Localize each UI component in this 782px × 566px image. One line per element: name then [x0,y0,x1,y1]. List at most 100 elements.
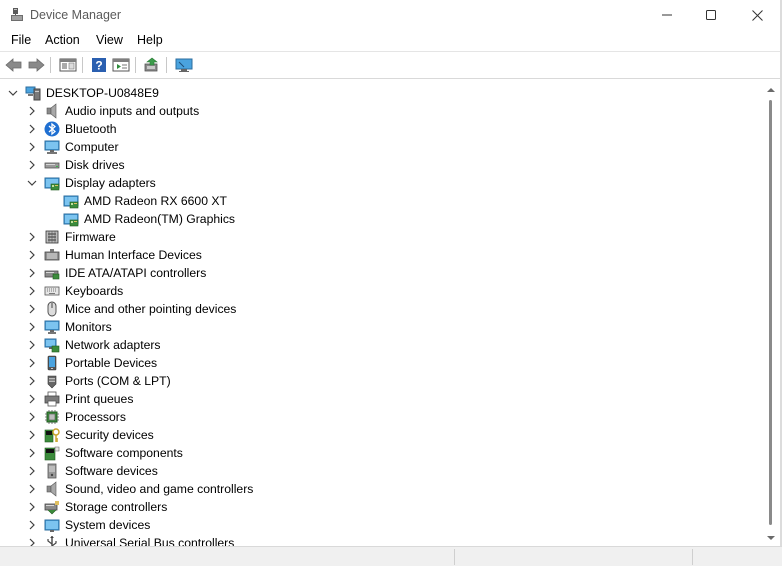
maximize-button[interactable] [688,0,734,30]
update-driver-button[interactable] [142,55,162,75]
expand-chevron-icon[interactable] [26,535,38,546]
computer-icon [44,139,60,155]
menu-view[interactable]: View [96,33,123,47]
expand-chevron-icon[interactable] [26,355,38,371]
back-button[interactable] [4,55,24,75]
expand-chevron-icon[interactable] [26,157,38,173]
tree-item-label: Human Interface Devices [65,248,202,262]
expand-chevron-icon[interactable] [26,445,38,461]
tree-category-human-interface-devices[interactable]: Human Interface Devices [1,246,761,264]
tree-root-computer[interactable]: DESKTOP-U0848E9 [1,84,761,102]
expand-chevron-icon[interactable] [26,517,38,533]
properties-button[interactable] [58,55,78,75]
expand-chevron-icon[interactable] [26,247,38,263]
tree-category-ide-ata-atapi-controllers[interactable]: IDE ATA/ATAPI controllers [1,264,761,282]
usb-icon [44,535,60,546]
tree-category-firmware[interactable]: Firmware [1,228,761,246]
tree-category-ports-com-lpt[interactable]: Ports (COM & LPT) [1,372,761,390]
scroll-down-icon[interactable] [766,534,776,542]
close-button[interactable] [734,0,780,30]
minimize-button[interactable] [644,0,690,30]
tree-item-label: Print queues [65,392,134,406]
menu-file[interactable]: File [11,33,31,47]
display-adapter-icon [44,175,60,191]
tree-category-bluetooth[interactable]: Bluetooth [1,120,761,138]
tree-item-label: IDE ATA/ATAPI controllers [65,266,207,280]
tree-category-print-queues[interactable]: Print queues [1,390,761,408]
tree-category-monitors[interactable]: Monitors [1,318,761,336]
system-device-icon [44,517,60,533]
expand-chevron-icon[interactable] [26,229,38,245]
menu-action[interactable]: Action [45,33,80,47]
hid-icon [44,247,60,263]
menu-help[interactable]: Help [137,33,163,47]
tree-item-label: Keyboards [65,284,124,298]
device-tree[interactable]: DESKTOP-U0848E9 Audio inputs and outputs B… [1,80,762,546]
expand-chevron-icon[interactable] [26,409,38,425]
expand-chevron-icon[interactable] [26,301,38,317]
tree-category-mice-and-other-pointing-devices[interactable]: Mice and other pointing devices [1,300,761,318]
tree-category-display-adapters[interactable]: Display adapters [1,174,761,192]
expand-chevron-icon[interactable] [26,391,38,407]
tree-category-portable-devices[interactable]: Portable Devices [1,354,761,372]
tree-device-amd-radeon-tm-graphics[interactable]: AMD Radeon(TM) Graphics [1,210,761,228]
close-icon [751,9,763,21]
arrow-left-icon [5,58,22,72]
tree-category-keyboards[interactable]: Keyboards [1,282,761,300]
tree-item-label: Mice and other pointing devices [65,302,237,316]
tree-category-storage-controllers[interactable]: Storage controllers [1,498,761,516]
tree-item-label: Storage controllers [65,500,168,514]
device-manager-icon [9,7,25,23]
expand-chevron-icon[interactable] [26,319,38,335]
scrollbar-thumb[interactable] [769,100,772,525]
scan-hardware-button[interactable] [174,55,194,75]
collapse-chevron-icon[interactable] [26,175,38,191]
port-icon [44,373,60,389]
expand-chevron-icon[interactable] [26,337,38,353]
disk-drive-icon [44,157,60,173]
tree-item-label: Software devices [65,464,158,478]
collapse-chevron-icon[interactable] [7,85,19,101]
tree-category-processors[interactable]: Processors [1,408,761,426]
portable-device-icon [44,355,60,371]
tree-item-label: Firmware [65,230,116,244]
expand-chevron-icon[interactable] [26,481,38,497]
tree-category-sound-video-and-game-controllers[interactable]: Sound, video and game controllers [1,480,761,498]
expand-chevron-icon[interactable] [26,283,38,299]
expand-chevron-icon[interactable] [26,121,38,137]
tree-category-universal-serial-bus-controllers[interactable]: Universal Serial Bus controllers [1,534,761,546]
show-hide-console-tree-button[interactable] [111,55,131,75]
expand-chevron-icon[interactable] [26,463,38,479]
toolbar-separator [166,57,167,73]
expand-chevron-icon[interactable] [26,499,38,515]
vertical-scrollbar[interactable] [762,80,780,546]
properties-icon [59,58,77,72]
tree-item-label: Processors [65,410,126,424]
title-bar[interactable]: Device Manager [0,0,782,30]
expand-chevron-icon[interactable] [26,265,38,281]
expand-chevron-icon[interactable] [26,427,38,443]
help-button[interactable]: ? [89,55,109,75]
tree-category-system-devices[interactable]: System devices [1,516,761,534]
tree-category-audio-inputs-and-outputs[interactable]: Audio inputs and outputs [1,102,761,120]
bluetooth-icon [44,121,60,137]
scroll-up-icon[interactable] [766,86,776,94]
tree-category-software-devices[interactable]: Software devices [1,462,761,480]
tree-category-disk-drives[interactable]: Disk drives [1,156,761,174]
tree-item-label: Portable Devices [65,356,158,370]
svg-text:?: ? [95,59,102,73]
tree-device-amd-radeon-rx-6600-xt[interactable]: AMD Radeon RX 6600 XT [1,192,761,210]
processor-icon [44,409,60,425]
tree-item-label: DESKTOP-U0848E9 [46,86,159,100]
forward-button[interactable] [26,55,46,75]
tree-item-label: Monitors [65,320,112,334]
expand-chevron-icon[interactable] [26,373,38,389]
tree-category-network-adapters[interactable]: Network adapters [1,336,761,354]
speaker-icon [44,103,60,119]
tree-category-security-devices[interactable]: Security devices [1,426,761,444]
firmware-icon [44,229,60,245]
tree-category-software-components[interactable]: Software components [1,444,761,462]
expand-chevron-icon[interactable] [26,139,38,155]
tree-category-computer[interactable]: Computer [1,138,761,156]
expand-chevron-icon[interactable] [26,103,38,119]
